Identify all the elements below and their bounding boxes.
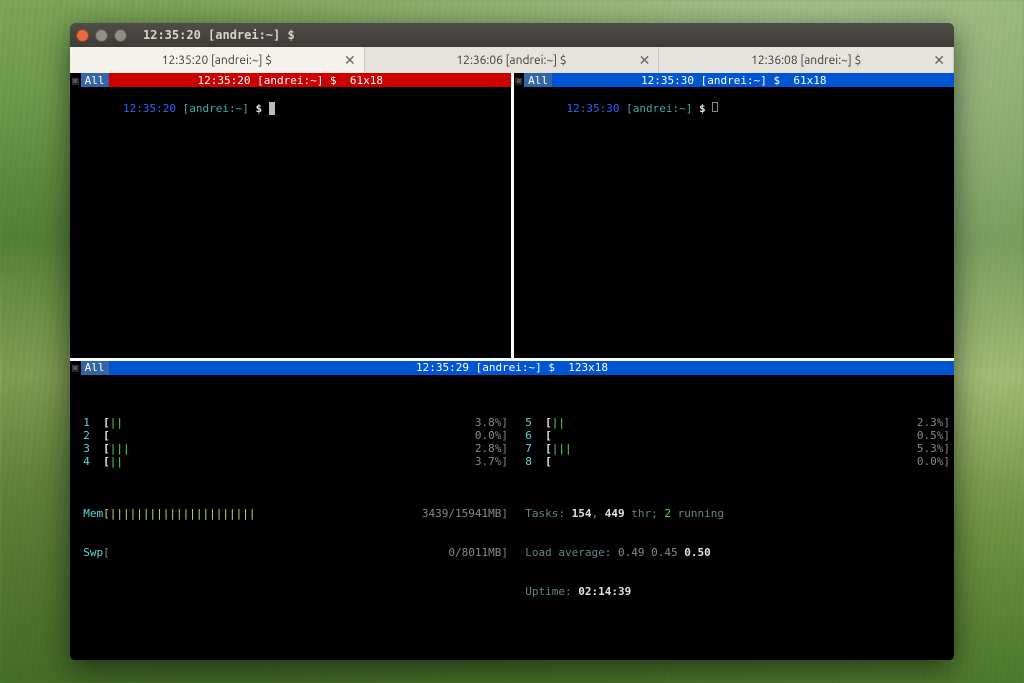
tab-label: 12:35:20 [andrei:~] $ — [162, 54, 272, 67]
pane-all-badge: All — [524, 73, 552, 87]
cpu-meter: 2 [ 0.0%] — [70, 429, 512, 442]
terminal-window: 12:35:20 [andrei:~] $ 12:35:20 [andrei:~… — [70, 23, 954, 660]
cpu-meter: 3 [||| 2.8%] — [70, 442, 512, 455]
pane-marker-icon: ▣ — [70, 361, 81, 375]
cursor-icon — [269, 102, 276, 115]
close-tab-icon[interactable]: ✕ — [344, 52, 356, 69]
cpu-meter: 1 [|| 3.8%] — [70, 416, 512, 429]
pane-marker-icon: ▣ — [514, 73, 525, 87]
prompt: 12:35:30 [andrei:~] $ — [566, 102, 718, 115]
pane-title: 12:35:20 [andrei:~] $ 61x18 — [198, 74, 383, 87]
cpu-meter: 6 [ 0.5%] — [512, 429, 954, 442]
tab-label: 12:36:06 [andrei:~] $ — [456, 54, 566, 67]
pane-bar: ▣ All 12:35:30 [andrei:~] $ 61x18 — [514, 73, 955, 87]
cpu-meter: 4 [|| 3.7%] — [70, 455, 512, 468]
prompt: 12:35:20 [andrei:~] $ — [123, 102, 275, 115]
pane-bar: ▣ All 12:35:29 [andrei:~] $ 123x18 — [70, 361, 954, 375]
close-tab-icon[interactable]: ✕ — [933, 52, 945, 69]
tab-label: 12:36:08 [andrei:~] $ — [751, 54, 861, 67]
tab-strip: 12:35:20 [andrei:~] $ ✕ 12:36:06 [andrei… — [70, 47, 954, 73]
close-tab-icon[interactable]: ✕ — [639, 52, 651, 69]
cursor-icon — [712, 102, 718, 112]
pane-all-badge: All — [81, 73, 109, 87]
tab-3[interactable]: 12:36:08 [andrei:~] $ ✕ — [659, 47, 954, 73]
pane-bottom[interactable]: ▣ All 12:35:29 [andrei:~] $ 123x18 1 [||… — [70, 361, 954, 660]
tab-2[interactable]: 12:36:06 [andrei:~] $ ✕ — [365, 47, 660, 73]
close-icon[interactable] — [76, 29, 89, 42]
htop-output: 1 [|| 3.8%] 2 [ 0.0%] 3 [||| 2.8%] 4 [||… — [70, 375, 954, 660]
pane-container: ▣ All 12:35:20 [andrei:~] $ 61x18 12:35:… — [70, 73, 954, 660]
tab-1[interactable]: 12:35:20 [andrei:~] $ ✕ — [70, 47, 365, 73]
cpu-meter: 7 [||| 5.3%] — [512, 442, 954, 455]
pane-bar: ▣ All 12:35:20 [andrei:~] $ 61x18 — [70, 73, 511, 87]
window-title: 12:35:20 [andrei:~] $ — [143, 28, 295, 42]
minimize-icon[interactable] — [95, 29, 108, 42]
cpu-meter: 8 [ 0.0%] — [512, 455, 954, 468]
window-titlebar[interactable]: 12:35:20 [andrei:~] $ — [70, 23, 954, 47]
pane-title: 12:35:29 [andrei:~] $ 123x18 — [416, 361, 608, 374]
pane-all-badge: All — [81, 361, 109, 375]
cpu-meter: 5 [|| 2.3%] — [512, 416, 954, 429]
pane-top-right[interactable]: ▣ All 12:35:30 [andrei:~] $ 61x18 12:35:… — [514, 73, 955, 358]
pane-marker-icon: ▣ — [70, 73, 81, 87]
maximize-icon[interactable] — [114, 29, 127, 42]
pane-title: 12:35:30 [andrei:~] $ 61x18 — [641, 74, 826, 87]
pane-top-left[interactable]: ▣ All 12:35:20 [andrei:~] $ 61x18 12:35:… — [70, 73, 511, 358]
